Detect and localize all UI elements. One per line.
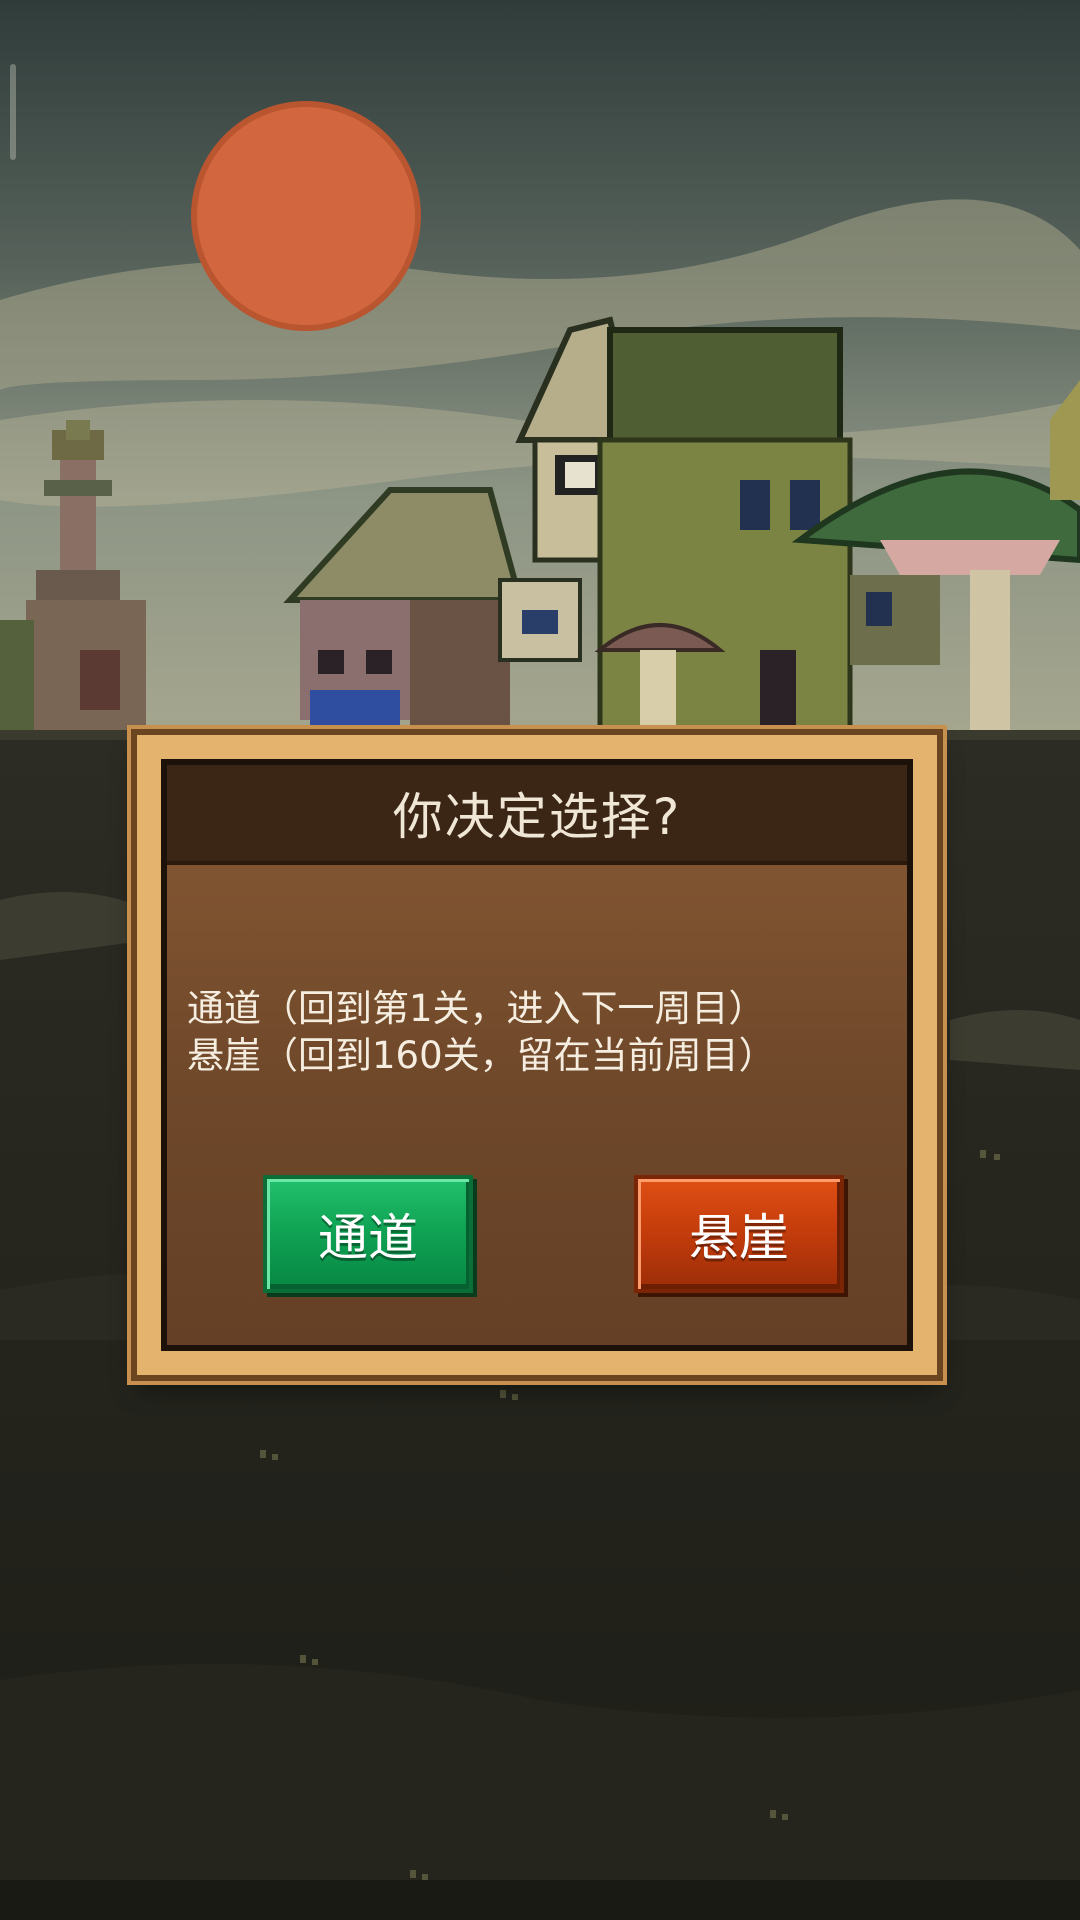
dialog-title: 你决定选择?	[392, 788, 682, 846]
choice-dialog: 你决定选择? 通道（回到第1关，进入下一周目） 悬崖（回到160关，留在当前周目…	[137, 735, 937, 1375]
dialog-header: 你决定选择?	[167, 765, 907, 865]
scroll-indicator	[10, 64, 16, 160]
sun	[191, 101, 421, 331]
cliff-button[interactable]: 悬崖	[634, 1175, 844, 1293]
passage-button[interactable]: 通道	[263, 1175, 473, 1293]
option-passage-description: 通道（回到第1关，进入下一周目）	[187, 987, 766, 1030]
option-cliff-description: 悬崖（回到160关，留在当前周目）	[187, 1034, 776, 1077]
dialog-body: 通道（回到第1关，进入下一周目） 悬崖（回到160关，留在当前周目）	[187, 985, 891, 1079]
dialog-panel: 你决定选择? 通道（回到第1关，进入下一周目） 悬崖（回到160关，留在当前周目…	[161, 759, 913, 1351]
